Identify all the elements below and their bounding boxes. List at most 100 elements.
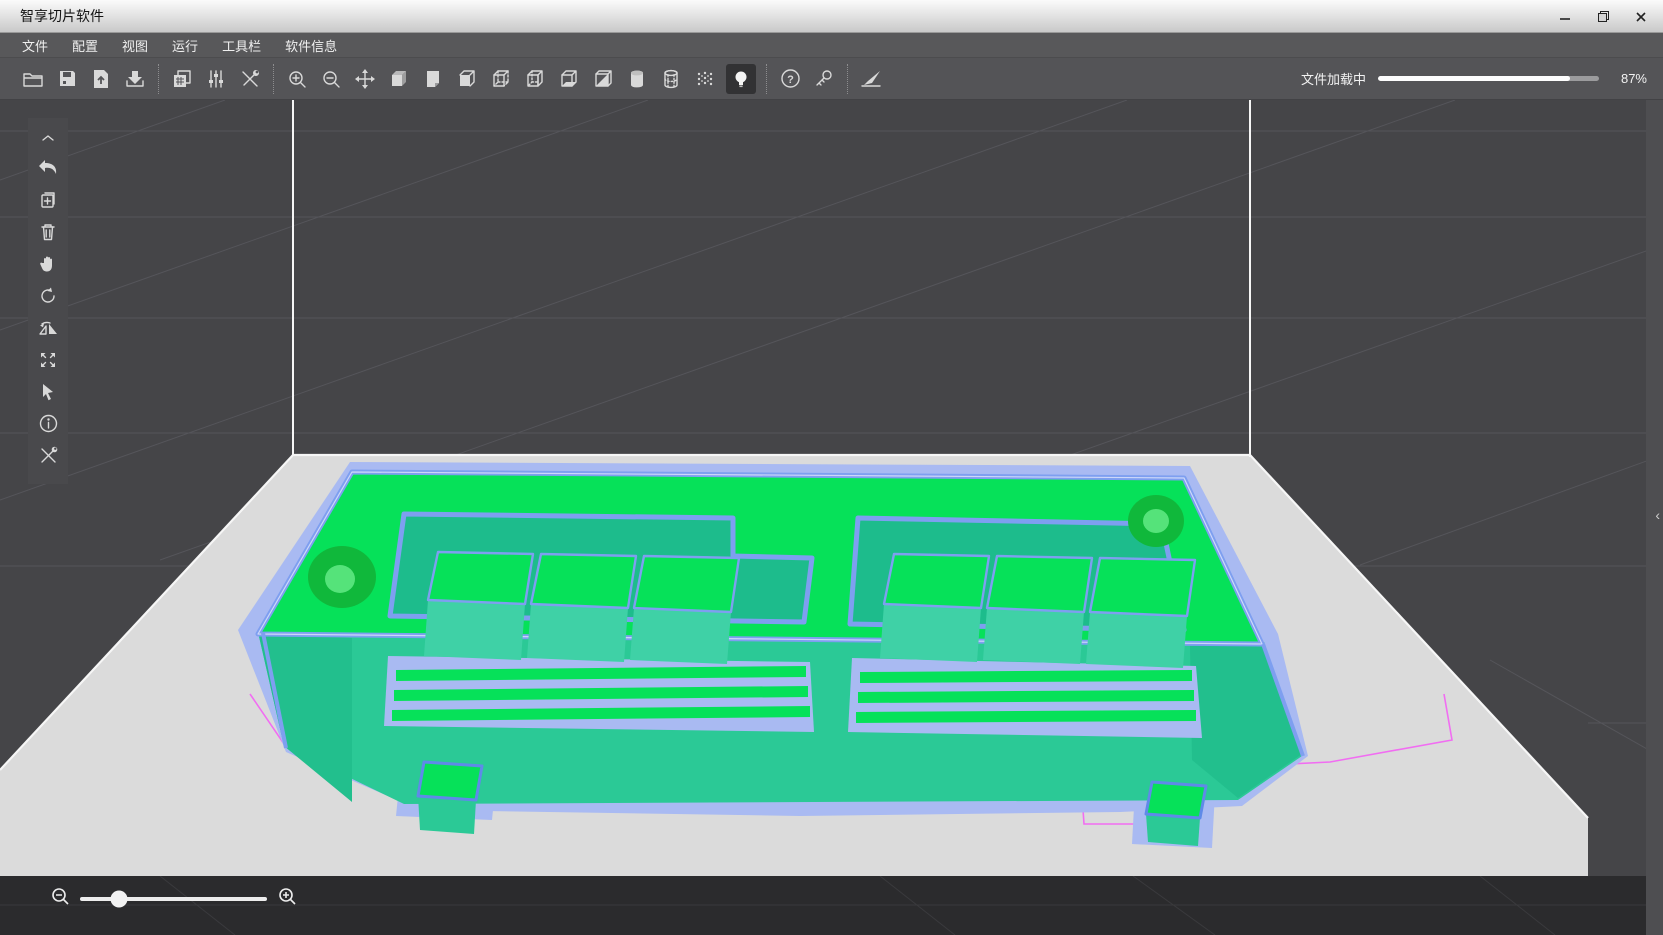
zoom-out-icon: [321, 69, 341, 89]
compartment-boxes-right: [880, 554, 1195, 668]
viewport-canvas[interactable]: [0, 100, 1663, 935]
menu-bar: 文件 配置 视图 运行 工具栏 软件信息: [0, 33, 1663, 58]
save-file-button[interactable]: [50, 62, 84, 96]
select-button[interactable]: [30, 378, 66, 410]
toolbar-separator: [158, 64, 159, 94]
parameter-settings-button[interactable]: [199, 62, 233, 96]
sheet-icon: [423, 69, 443, 89]
close-button[interactable]: [1627, 4, 1655, 30]
menu-file[interactable]: 文件: [10, 33, 60, 58]
cylinder-icon: [628, 69, 646, 89]
zoom-out-view-button[interactable]: [314, 62, 348, 96]
trash-icon: [40, 223, 56, 246]
license-key-button[interactable]: [807, 62, 841, 96]
key-icon: [814, 69, 834, 89]
rotate-button[interactable]: [30, 282, 66, 314]
cube-bottom-icon: [559, 69, 579, 89]
measure-pen-button[interactable]: [854, 62, 888, 96]
window-controls: [1551, 0, 1655, 33]
scale-max-button[interactable]: [30, 346, 66, 378]
open-file-button[interactable]: [16, 62, 50, 96]
move-icon: [355, 69, 375, 89]
zoom-in-icon: [287, 69, 307, 89]
restore-button[interactable]: [1589, 4, 1617, 30]
collapse-panel-button[interactable]: [30, 122, 66, 154]
tools-icon: [39, 446, 58, 470]
toolbar-separator: [273, 64, 274, 94]
mirror-icon: [38, 320, 58, 341]
zoom-in-view-button[interactable]: [280, 62, 314, 96]
wrench-icon: [240, 69, 260, 89]
repair-tools-button[interactable]: [30, 442, 66, 474]
rotate-icon: [39, 287, 57, 310]
machine-settings-button[interactable]: [165, 62, 199, 96]
file-plus-icon: [39, 191, 57, 214]
left-tool-panel: [28, 118, 68, 484]
question-icon: ?: [780, 68, 801, 89]
menu-config[interactable]: 配置: [60, 33, 110, 58]
cube-front-icon: [457, 69, 477, 89]
file-loading-progress: 文件加载中 87%: [1301, 69, 1647, 88]
import-model-button[interactable]: [84, 62, 118, 96]
move-view-button[interactable]: [348, 62, 382, 96]
floppy-icon: [58, 69, 77, 88]
restore-icon: [1598, 11, 1609, 22]
minimize-button[interactable]: [1551, 4, 1579, 30]
menu-toolbar[interactable]: 工具栏: [210, 33, 273, 58]
bulb-icon: [732, 69, 750, 89]
light-toggle-button[interactable]: [726, 64, 756, 94]
add-model-button[interactable]: [30, 186, 66, 218]
menu-view[interactable]: 视图: [110, 33, 160, 58]
cube-solid-icon: [389, 69, 409, 89]
model-info-button[interactable]: [30, 410, 66, 442]
zoom-out-button[interactable]: [48, 887, 72, 911]
view-bottom-button[interactable]: [552, 62, 586, 96]
view-cylinder-wire-button[interactable]: [654, 62, 688, 96]
zoom-slider-track[interactable]: [80, 897, 267, 901]
pan-button[interactable]: [30, 250, 66, 282]
window-title: 智享切片软件: [20, 6, 104, 26]
pen-icon: [860, 69, 882, 89]
cube-split-icon: [593, 69, 613, 89]
svg-text:?: ?: [787, 74, 794, 86]
zoom-in-button[interactable]: [275, 887, 299, 911]
help-button[interactable]: ?: [773, 62, 807, 96]
progress-bar-fill: [1378, 76, 1570, 81]
vent-slats-left: [384, 656, 814, 732]
viewport-zoom-bar: [48, 884, 318, 914]
progress-percent: 87%: [1613, 71, 1647, 86]
view-dashed-button[interactable]: [484, 62, 518, 96]
view-sheet-button[interactable]: [416, 62, 450, 96]
file-up-icon: [92, 69, 110, 89]
view-solid-button[interactable]: [382, 62, 416, 96]
title-bar: 智享切片软件: [0, 0, 1663, 33]
view-split-button[interactable]: [586, 62, 620, 96]
view-points-button[interactable]: [688, 62, 722, 96]
front-cube-right: [1146, 782, 1206, 846]
view-front-button[interactable]: [450, 62, 484, 96]
cylinder-wire-icon: [662, 69, 680, 89]
view-hidden-wire-button[interactable]: [518, 62, 552, 96]
info-icon: [39, 414, 58, 438]
expand-right-panel-button[interactable]: ‹: [1655, 508, 1660, 522]
cursor-icon: [40, 383, 56, 406]
sliders-icon: [207, 69, 225, 89]
deck-circle-left: [308, 546, 376, 608]
chevron-up-icon: [41, 129, 55, 147]
undo-button[interactable]: [30, 154, 66, 186]
tool-settings-button[interactable]: [233, 62, 267, 96]
mirror-button[interactable]: [30, 314, 66, 346]
delete-model-button[interactable]: [30, 218, 66, 250]
menu-run[interactable]: 运行: [160, 33, 210, 58]
vent-slats-right: [848, 658, 1202, 738]
zoom-slider-handle[interactable]: [111, 891, 128, 908]
export-gcode-button[interactable]: [118, 62, 152, 96]
menu-about[interactable]: 软件信息: [273, 33, 349, 58]
tray-down-icon: [125, 69, 145, 89]
view-cylinder-button[interactable]: [620, 62, 654, 96]
cube-dotted-icon: [525, 69, 545, 89]
progress-label: 文件加载中: [1301, 69, 1366, 88]
main-toolbar: ? 文件加载中 87%: [0, 58, 1663, 100]
zoom-in-icon: [278, 887, 297, 911]
progress-bar: [1378, 76, 1599, 81]
